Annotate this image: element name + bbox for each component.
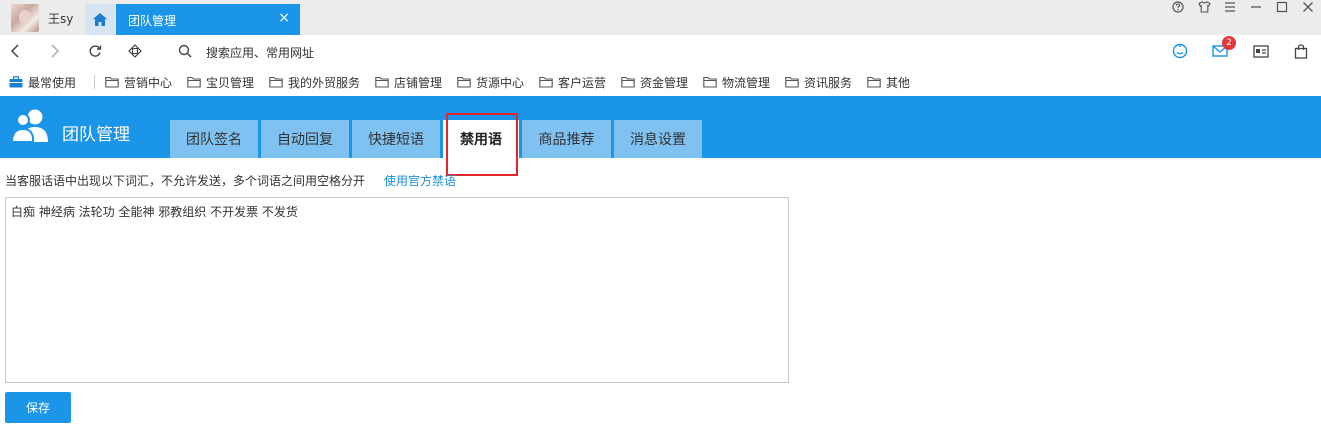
assistant-icon[interactable]	[1172, 43, 1188, 59]
tab-message-settings[interactable]: 消息设置	[614, 120, 702, 158]
bookmark-label: 其他	[886, 75, 911, 90]
bookmark-label: 资讯服务	[804, 75, 853, 90]
refresh-icon[interactable]	[87, 43, 103, 59]
tab-auto-reply[interactable]: 自动回复	[261, 120, 349, 158]
forward-icon[interactable]	[47, 43, 63, 59]
bookmark-other[interactable]: 其他	[867, 74, 910, 90]
maximize-icon[interactable]	[1269, 0, 1295, 14]
help-icon[interactable]	[1165, 0, 1191, 14]
minimize-icon[interactable]	[1243, 0, 1269, 14]
bookmark-label: 物流管理	[722, 75, 771, 90]
briefcase-icon	[9, 76, 23, 88]
title-bar: 王sy 团队管理 ×	[0, 0, 1321, 35]
bookmark-item-management[interactable]: 宝贝管理	[187, 74, 254, 90]
tab-team-management[interactable]: 团队管理 ×	[116, 4, 300, 35]
bookmark-marketing-center[interactable]: 营销中心	[105, 74, 172, 90]
window-controls	[1165, 0, 1321, 14]
username: 王sy	[48, 12, 74, 26]
navigation-bar: 搜索应用、常用网址	[0, 35, 1321, 68]
bookmark-foreign-trade[interactable]: 我的外贸服务	[269, 74, 360, 90]
search-icon[interactable]	[177, 43, 193, 59]
team-icon	[10, 108, 50, 148]
folder-icon	[375, 76, 389, 88]
tab-quick-phrases[interactable]: 快捷短语	[352, 120, 440, 158]
bookmarks-bar: 最常使用 营销中心 宝贝管理 我的外贸服务 店铺管理 货源中心 客户运营 资金管…	[0, 68, 1321, 95]
save-button[interactable]: 保存	[5, 392, 71, 423]
bookmark-label: 宝贝管理	[206, 75, 255, 90]
folder-icon	[621, 76, 635, 88]
tab-product-recommendation[interactable]: 商品推荐	[522, 120, 611, 158]
folder-icon	[785, 76, 799, 88]
id-card-icon[interactable]	[1253, 43, 1269, 59]
close-window-icon[interactable]	[1295, 0, 1321, 14]
bookmark-label: 营销中心	[124, 75, 173, 90]
search-input[interactable]: 搜索应用、常用网址	[206, 44, 314, 61]
folder-icon	[269, 76, 283, 88]
bookmark-logistics-management[interactable]: 物流管理	[703, 74, 770, 90]
bookmark-label: 客户运营	[558, 75, 607, 90]
folder-icon	[539, 76, 553, 88]
bookmark-customer-operations[interactable]: 客户运营	[539, 74, 606, 90]
avatar[interactable]	[11, 4, 39, 32]
bookmark-divider	[94, 75, 95, 89]
message-count-badge: 2	[1222, 36, 1236, 50]
bookmark-label: 最常使用	[28, 75, 77, 90]
home-icon	[93, 13, 107, 26]
bookmark-news-service[interactable]: 资讯服务	[785, 74, 852, 90]
screenshot-icon[interactable]	[127, 43, 143, 59]
bookmark-sourcing-center[interactable]: 货源中心	[457, 74, 524, 90]
team-management-header: 团队管理 团队签名 自动回复 快捷短语 禁用语 商品推荐 消息设置	[0, 96, 1321, 158]
bookmark-funds-management[interactable]: 资金管理	[621, 74, 688, 90]
forbidden-words-input[interactable]: 白痴 神经病 法轮功 全能神 邪教组织 不开发票 不发货	[5, 197, 789, 383]
bookmark-store-management[interactable]: 店铺管理	[375, 74, 442, 90]
folder-icon	[187, 76, 201, 88]
folder-icon	[105, 76, 119, 88]
forbidden-words-description: 当客服话语中出现以下词汇，不允许发送，多个词语之间用空格分开	[5, 174, 366, 188]
bookmark-most-used[interactable]: 最常使用	[9, 74, 76, 90]
annotation-highlight-box	[446, 113, 518, 176]
folder-icon	[867, 76, 881, 88]
bookmark-label: 店铺管理	[394, 75, 443, 90]
tab-team-signature[interactable]: 团队签名	[170, 120, 258, 158]
home-tab[interactable]	[85, 4, 115, 35]
back-icon[interactable]	[7, 43, 23, 59]
skin-icon[interactable]	[1191, 0, 1217, 14]
page-title: 团队管理	[62, 125, 130, 145]
folder-icon	[457, 76, 471, 88]
bookmark-label: 我的外贸服务	[288, 75, 361, 90]
tab-title: 团队管理	[128, 14, 177, 28]
shopping-bag-icon[interactable]	[1293, 43, 1309, 59]
use-official-forbidden-words-link[interactable]: 使用官方禁语	[384, 172, 456, 189]
bookmark-label: 资金管理	[640, 75, 689, 90]
close-icon[interactable]: ×	[278, 10, 290, 26]
folder-icon	[703, 76, 717, 88]
menu-icon[interactable]	[1217, 0, 1243, 14]
bookmark-label: 货源中心	[476, 75, 525, 90]
